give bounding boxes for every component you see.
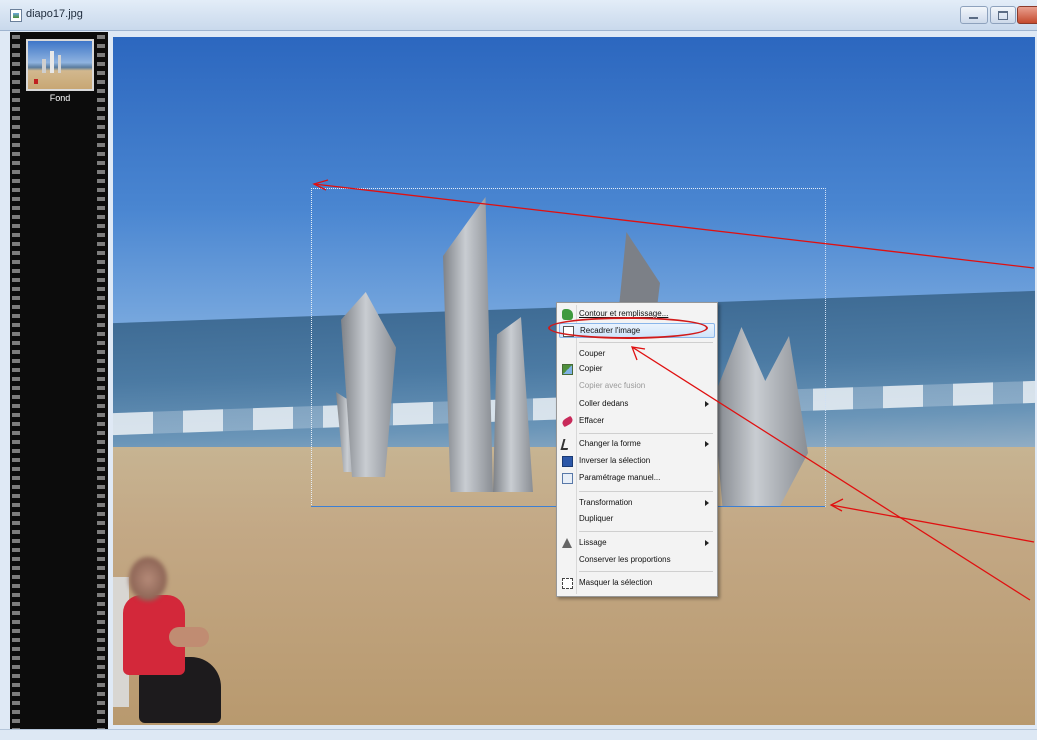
menu-item-changer-la-forme[interactable]: Changer la forme: [559, 437, 715, 452]
menu-separator: [579, 433, 713, 434]
status-strip: [0, 729, 1037, 740]
submenu-arrow-icon: [705, 441, 709, 447]
layer-thumbnail-label: Fond: [49, 93, 71, 103]
highlight-ellipse: [548, 317, 708, 339]
menu-item-masquer-la-selection[interactable]: Masquer la sélection: [559, 576, 715, 591]
contour-icon: [562, 309, 573, 320]
maximize-button[interactable]: [990, 6, 1016, 24]
menu-item-dupliquer[interactable]: Dupliquer: [559, 512, 715, 527]
hide-selection-icon: [562, 578, 573, 589]
image-file-icon: [10, 9, 22, 22]
menu-item-transformation[interactable]: Transformation: [559, 496, 715, 511]
layer-thumbnail[interactable]: [26, 39, 94, 91]
menu-separator: [579, 342, 713, 343]
menu-item-copier-avec-fusion[interactable]: Copier avec fusion: [559, 379, 715, 394]
context-menu: Contour et remplissage... Recadrer l'ima…: [556, 302, 718, 597]
submenu-arrow-icon: [705, 540, 709, 546]
film-perforations-right: [97, 32, 105, 729]
eraser-icon: [560, 415, 575, 428]
submenu-arrow-icon: [705, 401, 709, 407]
submenu-arrow-icon: [705, 500, 709, 506]
selection-edge-right[interactable]: [825, 188, 826, 507]
menu-separator: [579, 531, 713, 532]
close-button[interactable]: [1017, 6, 1037, 24]
menu-item-coller-dedans[interactable]: Coller dedans: [559, 397, 715, 412]
minimize-button[interactable]: [960, 6, 988, 24]
menu-item-effacer[interactable]: Effacer: [559, 414, 715, 429]
film-perforations-left: [12, 32, 20, 729]
manual-settings-icon: [562, 473, 573, 484]
menu-separator: [579, 571, 713, 572]
copy-icon: [562, 364, 573, 375]
invert-selection-icon: [562, 456, 573, 467]
window-title: diapo17.jpg: [26, 8, 83, 20]
menu-item-inverser-la-selection[interactable]: Inverser la sélection: [559, 454, 715, 469]
menu-item-copier[interactable]: Copier: [559, 362, 715, 377]
photo-person: [121, 557, 226, 725]
shape-icon: [560, 439, 571, 450]
film-strip: Fond: [10, 32, 108, 729]
menu-item-conserver-les-proportions[interactable]: Conserver les proportions: [559, 553, 715, 568]
title-bar: diapo17.jpg: [0, 0, 1037, 31]
menu-separator: [579, 491, 713, 492]
menu-item-couper[interactable]: Couper: [559, 347, 715, 362]
menu-item-lissage[interactable]: Lissage: [559, 536, 715, 551]
menu-item-parametrage-manuel[interactable]: Paramétrage manuel...: [559, 471, 715, 486]
smoothing-icon: [562, 538, 572, 548]
